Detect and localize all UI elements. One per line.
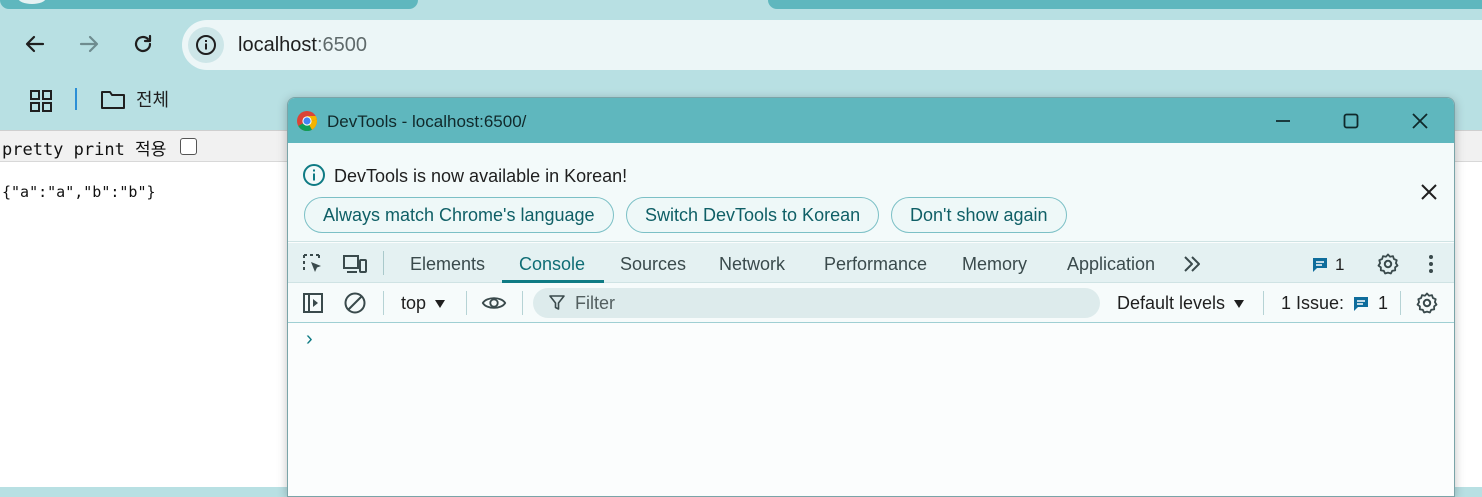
console-divider	[1263, 291, 1264, 315]
issues-label: 1 Issue:	[1281, 293, 1345, 313]
minimize-button[interactable]	[1263, 106, 1303, 136]
bookmark-folder-label: 전체	[136, 90, 170, 110]
console-divider	[383, 291, 384, 315]
reload-icon	[134, 34, 152, 53]
issues-count: 1	[1378, 293, 1389, 313]
eye-icon	[481, 297, 507, 309]
chrome-logo-icon	[297, 111, 317, 132]
tab-console[interactable]: Console	[519, 254, 585, 275]
console-divider	[1400, 291, 1401, 315]
clear-circle-icon	[344, 292, 366, 314]
clear-console-button[interactable]	[342, 290, 368, 316]
filter-placeholder: Filter	[575, 292, 615, 313]
minimize-icon	[1276, 120, 1290, 122]
info-icon	[196, 35, 216, 55]
tab-network[interactable]: Network	[719, 254, 785, 275]
browser-tab[interactable]	[0, 0, 418, 9]
dont-show-again-button[interactable]: Don't show again	[891, 197, 1067, 233]
devtools-window: DevTools - localhost:6500/ DevTools is n…	[287, 97, 1455, 497]
tab-sources[interactable]: Sources	[620, 254, 686, 275]
caret-down-icon	[1234, 299, 1245, 308]
reload-button[interactable]	[129, 30, 157, 58]
devtools-tabbar: Elements Console Sources Network Perform…	[288, 243, 1454, 283]
devtools-titlebar[interactable]: DevTools - localhost:6500/	[288, 98, 1454, 143]
live-expression-button[interactable]	[481, 290, 507, 316]
chevron-double-right-icon	[1184, 256, 1200, 272]
customize-menu-button[interactable]	[1418, 251, 1444, 277]
switch-to-korean-button[interactable]: Switch DevTools to Korean	[626, 197, 880, 233]
folder-icon	[101, 91, 125, 109]
filter-funnel-icon	[549, 295, 565, 310]
url-port: :6500	[316, 34, 367, 56]
bookmarks-divider	[75, 88, 77, 110]
pretty-print-checkbox[interactable]	[180, 138, 197, 155]
tab-strip	[0, 0, 1482, 10]
log-levels-dropdown[interactable]: Default levels	[1117, 293, 1245, 314]
tab-elements[interactable]: Elements	[410, 254, 485, 275]
language-infobar: DevTools is now available in Korean! Alw…	[288, 143, 1454, 242]
console-toolbar: top Filter Default levels 1 Issue: 1	[288, 283, 1454, 323]
settings-button[interactable]	[1375, 251, 1401, 277]
device-toggle-icon	[343, 255, 367, 273]
infobar-message: DevTools is now available in Korean!	[334, 166, 628, 186]
pretty-print-label: pretty print 적용	[2, 140, 167, 160]
arrow-left-icon	[25, 35, 45, 53]
forward-button[interactable]	[75, 30, 103, 58]
caret-down-icon	[435, 299, 446, 308]
address-bar[interactable]: localhost:6500	[182, 20, 1482, 70]
console-filter-input[interactable]: Filter	[533, 288, 1100, 318]
kebab-menu-icon	[1429, 255, 1433, 273]
issues-badge-count: 1	[1335, 255, 1345, 274]
more-tabs-button[interactable]	[1179, 251, 1205, 277]
issues-badge[interactable]: 1	[1311, 255, 1344, 275]
tab-memory[interactable]: Memory	[962, 254, 1027, 275]
sidebar-toggle-icon	[303, 293, 323, 313]
devtools-title: DevTools - localhost:6500/	[327, 112, 527, 131]
console-issues-button[interactable]: 1 Issue: 1	[1281, 293, 1388, 314]
inspect-element-button[interactable]	[300, 251, 326, 277]
inspect-cursor-icon	[303, 254, 321, 272]
arrow-right-icon	[79, 35, 99, 53]
back-button[interactable]	[21, 30, 49, 58]
message-icon	[1313, 258, 1327, 272]
json-output: {"a":"a","b":"b"}	[2, 183, 156, 201]
close-icon	[1421, 184, 1437, 200]
tabbar-divider	[383, 251, 384, 275]
match-chrome-language-button[interactable]: Always match Chrome's language	[304, 197, 614, 233]
browser-toolbar: localhost:6500	[0, 10, 1482, 80]
console-prompt[interactable]: ›	[306, 328, 313, 351]
url-text[interactable]: localhost:6500	[238, 34, 367, 57]
context-selector[interactable]: top	[401, 293, 446, 314]
show-sidebar-button[interactable]	[300, 290, 326, 316]
message-icon	[1354, 296, 1369, 311]
tab-performance[interactable]: Performance	[824, 254, 927, 275]
apps-button[interactable]	[28, 88, 54, 114]
tab-application[interactable]: Application	[1067, 254, 1155, 275]
console-settings-button[interactable]	[1414, 290, 1440, 316]
context-label: top	[401, 293, 427, 313]
gear-icon	[1377, 253, 1399, 275]
tab-favicon	[18, 0, 46, 4]
bookmark-folder[interactable]: 전체	[100, 86, 169, 112]
maximize-button[interactable]	[1331, 106, 1371, 136]
apps-grid-icon	[30, 90, 52, 112]
info-icon	[303, 164, 325, 186]
close-window-button[interactable]	[1400, 106, 1440, 136]
console-divider	[466, 291, 467, 315]
maximize-icon	[1343, 113, 1359, 129]
gear-icon	[1416, 292, 1438, 314]
log-levels-label: Default levels	[1117, 293, 1226, 313]
infobar-close-button[interactable]	[1418, 181, 1440, 203]
url-host: localhost	[238, 34, 317, 56]
device-toolbar-button[interactable]	[342, 251, 368, 277]
browser-tab-inactive[interactable]	[768, 0, 1482, 9]
console-divider	[522, 291, 523, 315]
site-info-button[interactable]	[188, 27, 224, 63]
close-icon	[1412, 113, 1428, 129]
